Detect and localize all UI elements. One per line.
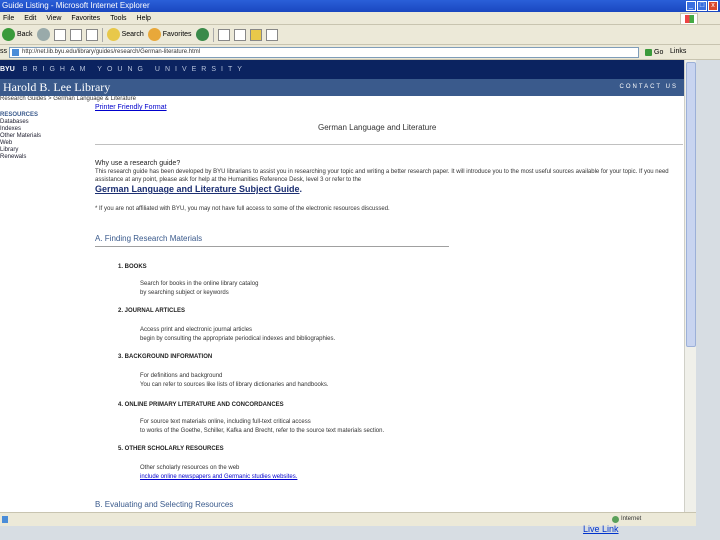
- star-icon: [147, 28, 161, 41]
- item-books-text: Search for books in the online library c…: [140, 280, 660, 298]
- address-bar: ss http://net.lib.byu.edu/library/guides…: [0, 45, 720, 60]
- item-journals-title: 2. JOURNAL ARTICLES: [118, 308, 186, 314]
- back-label: Back: [17, 31, 33, 38]
- internet-zone: Internet: [612, 516, 641, 523]
- menu-favorites[interactable]: Favorites: [71, 12, 100, 24]
- page-title: German Language and Literature: [318, 123, 437, 132]
- favorites-button[interactable]: Favorites: [147, 27, 192, 43]
- subject-guide-period: .: [299, 184, 303, 194]
- item-link[interactable]: include online newspapers and Germanic s…: [140, 473, 660, 482]
- menu-edit[interactable]: Edit: [24, 12, 36, 24]
- title-bar: Guide Listing - Microsoft Internet Explo…: [0, 0, 720, 12]
- toolbar-separator: [212, 27, 214, 42]
- sidebar-item-web[interactable]: Web: [0, 140, 41, 147]
- menu-view[interactable]: View: [46, 12, 61, 24]
- page-content: Research Guides > German Language & Lite…: [0, 96, 684, 512]
- breadcrumb[interactable]: Research Guides > German Language & Lite…: [0, 96, 136, 102]
- university-banner: BYU BRIGHAM YOUNG UNIVERSITY: [0, 60, 684, 79]
- item-line: Search for books in the online library c…: [140, 281, 259, 287]
- address-url: http://net.lib.byu.edu/library/guides/re…: [22, 49, 201, 55]
- access-note: * If you are not affiliated with BYU, yo…: [95, 206, 390, 212]
- university-name: BRIGHAM YOUNG UNIVERSITY: [22, 66, 247, 73]
- close-button[interactable]: x: [708, 1, 718, 11]
- back-button[interactable]: Back: [2, 27, 33, 43]
- stop-icon[interactable]: [53, 28, 66, 41]
- sidebar-item-renewals[interactable]: Renewals: [0, 154, 41, 161]
- print-icon[interactable]: [233, 28, 246, 41]
- scrollbar-thumb[interactable]: [686, 62, 696, 347]
- item-background-title: 3. BACKGROUND INFORMATION: [118, 354, 213, 360]
- messenger-icon[interactable]: [265, 28, 278, 41]
- item-books-title: 1. BOOKS: [118, 264, 147, 270]
- item-background-text: For definitions and background You can r…: [140, 372, 660, 390]
- go-button[interactable]: Go: [644, 47, 668, 58]
- address-input[interactable]: http://net.lib.byu.edu/library/guides/re…: [9, 47, 639, 58]
- links-button[interactable]: Links: [670, 48, 686, 55]
- item-line: For source text materials online, includ…: [140, 419, 311, 425]
- section-b-heading: B. Evaluating and Selecting Resources: [95, 500, 234, 509]
- menu-file[interactable]: File: [3, 12, 14, 24]
- sidebar-item-other[interactable]: Other Materials: [0, 133, 41, 140]
- address-label: ss: [0, 48, 7, 55]
- window-controls: _ □ x: [686, 1, 718, 11]
- menu-tools[interactable]: Tools: [110, 12, 126, 24]
- library-header: Harold B. Lee Library CONTACT US: [0, 79, 684, 96]
- search-icon: [106, 28, 120, 41]
- toolbar: Back Search Favorites: [0, 25, 720, 45]
- window-title: Guide Listing - Microsoft Internet Explo…: [2, 1, 150, 10]
- mail-icon[interactable]: [217, 28, 230, 41]
- live-link[interactable]: Live Link: [583, 524, 619, 534]
- search-label: Search: [121, 31, 144, 38]
- favorites-label: Favorites: [162, 31, 192, 38]
- refresh-icon[interactable]: [69, 28, 82, 41]
- library-name[interactable]: Harold B. Lee Library: [3, 80, 110, 94]
- toolbar-separator: [101, 27, 103, 42]
- windows-flag-icon: [685, 15, 694, 23]
- slide-background: [696, 60, 720, 526]
- media-icon[interactable]: [195, 28, 209, 41]
- back-arrow-icon: [2, 28, 15, 41]
- subject-guide-line: German Language and Literature Subject G…: [95, 184, 302, 194]
- byu-logo[interactable]: BYU: [0, 66, 15, 73]
- menu-bar: File Edit View Favorites Tools Help: [0, 12, 720, 25]
- item-scholarly-text: Other scholarly resources on the web inc…: [140, 464, 660, 482]
- sidebar-item-databases[interactable]: Databases: [0, 119, 41, 126]
- item-primary-title: 4. ONLINE PRIMARY LITERATURE AND CONCORD…: [118, 402, 284, 408]
- sidebar-heading: RESOURCES: [0, 112, 39, 118]
- vertical-scrollbar[interactable]: [684, 60, 696, 512]
- search-button[interactable]: Search: [106, 27, 144, 43]
- forward-arrow-icon[interactable]: [36, 28, 50, 41]
- minimize-button[interactable]: _: [686, 1, 696, 11]
- item-line: begin by consulting the appropriate peri…: [140, 336, 336, 342]
- divider: [95, 246, 449, 247]
- contact-link[interactable]: CONTACT US: [620, 79, 678, 96]
- item-line: You can refer to sources like lists of l…: [140, 382, 329, 388]
- item-line: Other scholarly resources on the web: [140, 465, 240, 471]
- subject-guide-link[interactable]: German Language and Literature Subject G…: [95, 184, 300, 194]
- divider: [95, 144, 683, 145]
- item-scholarly-title: 5. OTHER SCHOLARLY RESOURCES: [118, 446, 224, 452]
- folder-icon[interactable]: [249, 28, 262, 41]
- item-journals-text: Access print and electronic journal arti…: [140, 326, 660, 344]
- sidebar-item-indexes[interactable]: Indexes: [0, 126, 41, 133]
- home-icon[interactable]: [85, 28, 98, 41]
- why-heading: Why use a research guide?: [95, 160, 181, 167]
- item-line: by searching subject or keywords: [140, 290, 229, 296]
- maximize-button[interactable]: □: [697, 1, 707, 11]
- sidebar-item-library[interactable]: Library: [0, 147, 41, 154]
- page-icon: [2, 516, 8, 523]
- menu-help[interactable]: Help: [137, 12, 151, 24]
- item-line: to works of the Goethe, Schiller, Kafka …: [140, 428, 385, 434]
- sidebar: RESOURCES Databases Indexes Other Materi…: [0, 112, 41, 161]
- item-primary-text: For source text materials online, includ…: [140, 418, 660, 436]
- why-body: This research guide has been developed b…: [95, 169, 669, 183]
- section-a-heading: A. Finding Research Materials: [95, 234, 203, 243]
- printer-friendly-link[interactable]: Printer Friendly Format: [95, 104, 167, 111]
- item-line: For definitions and background: [140, 373, 223, 379]
- page-icon: [12, 49, 19, 56]
- item-line: Access print and electronic journal arti…: [140, 327, 253, 333]
